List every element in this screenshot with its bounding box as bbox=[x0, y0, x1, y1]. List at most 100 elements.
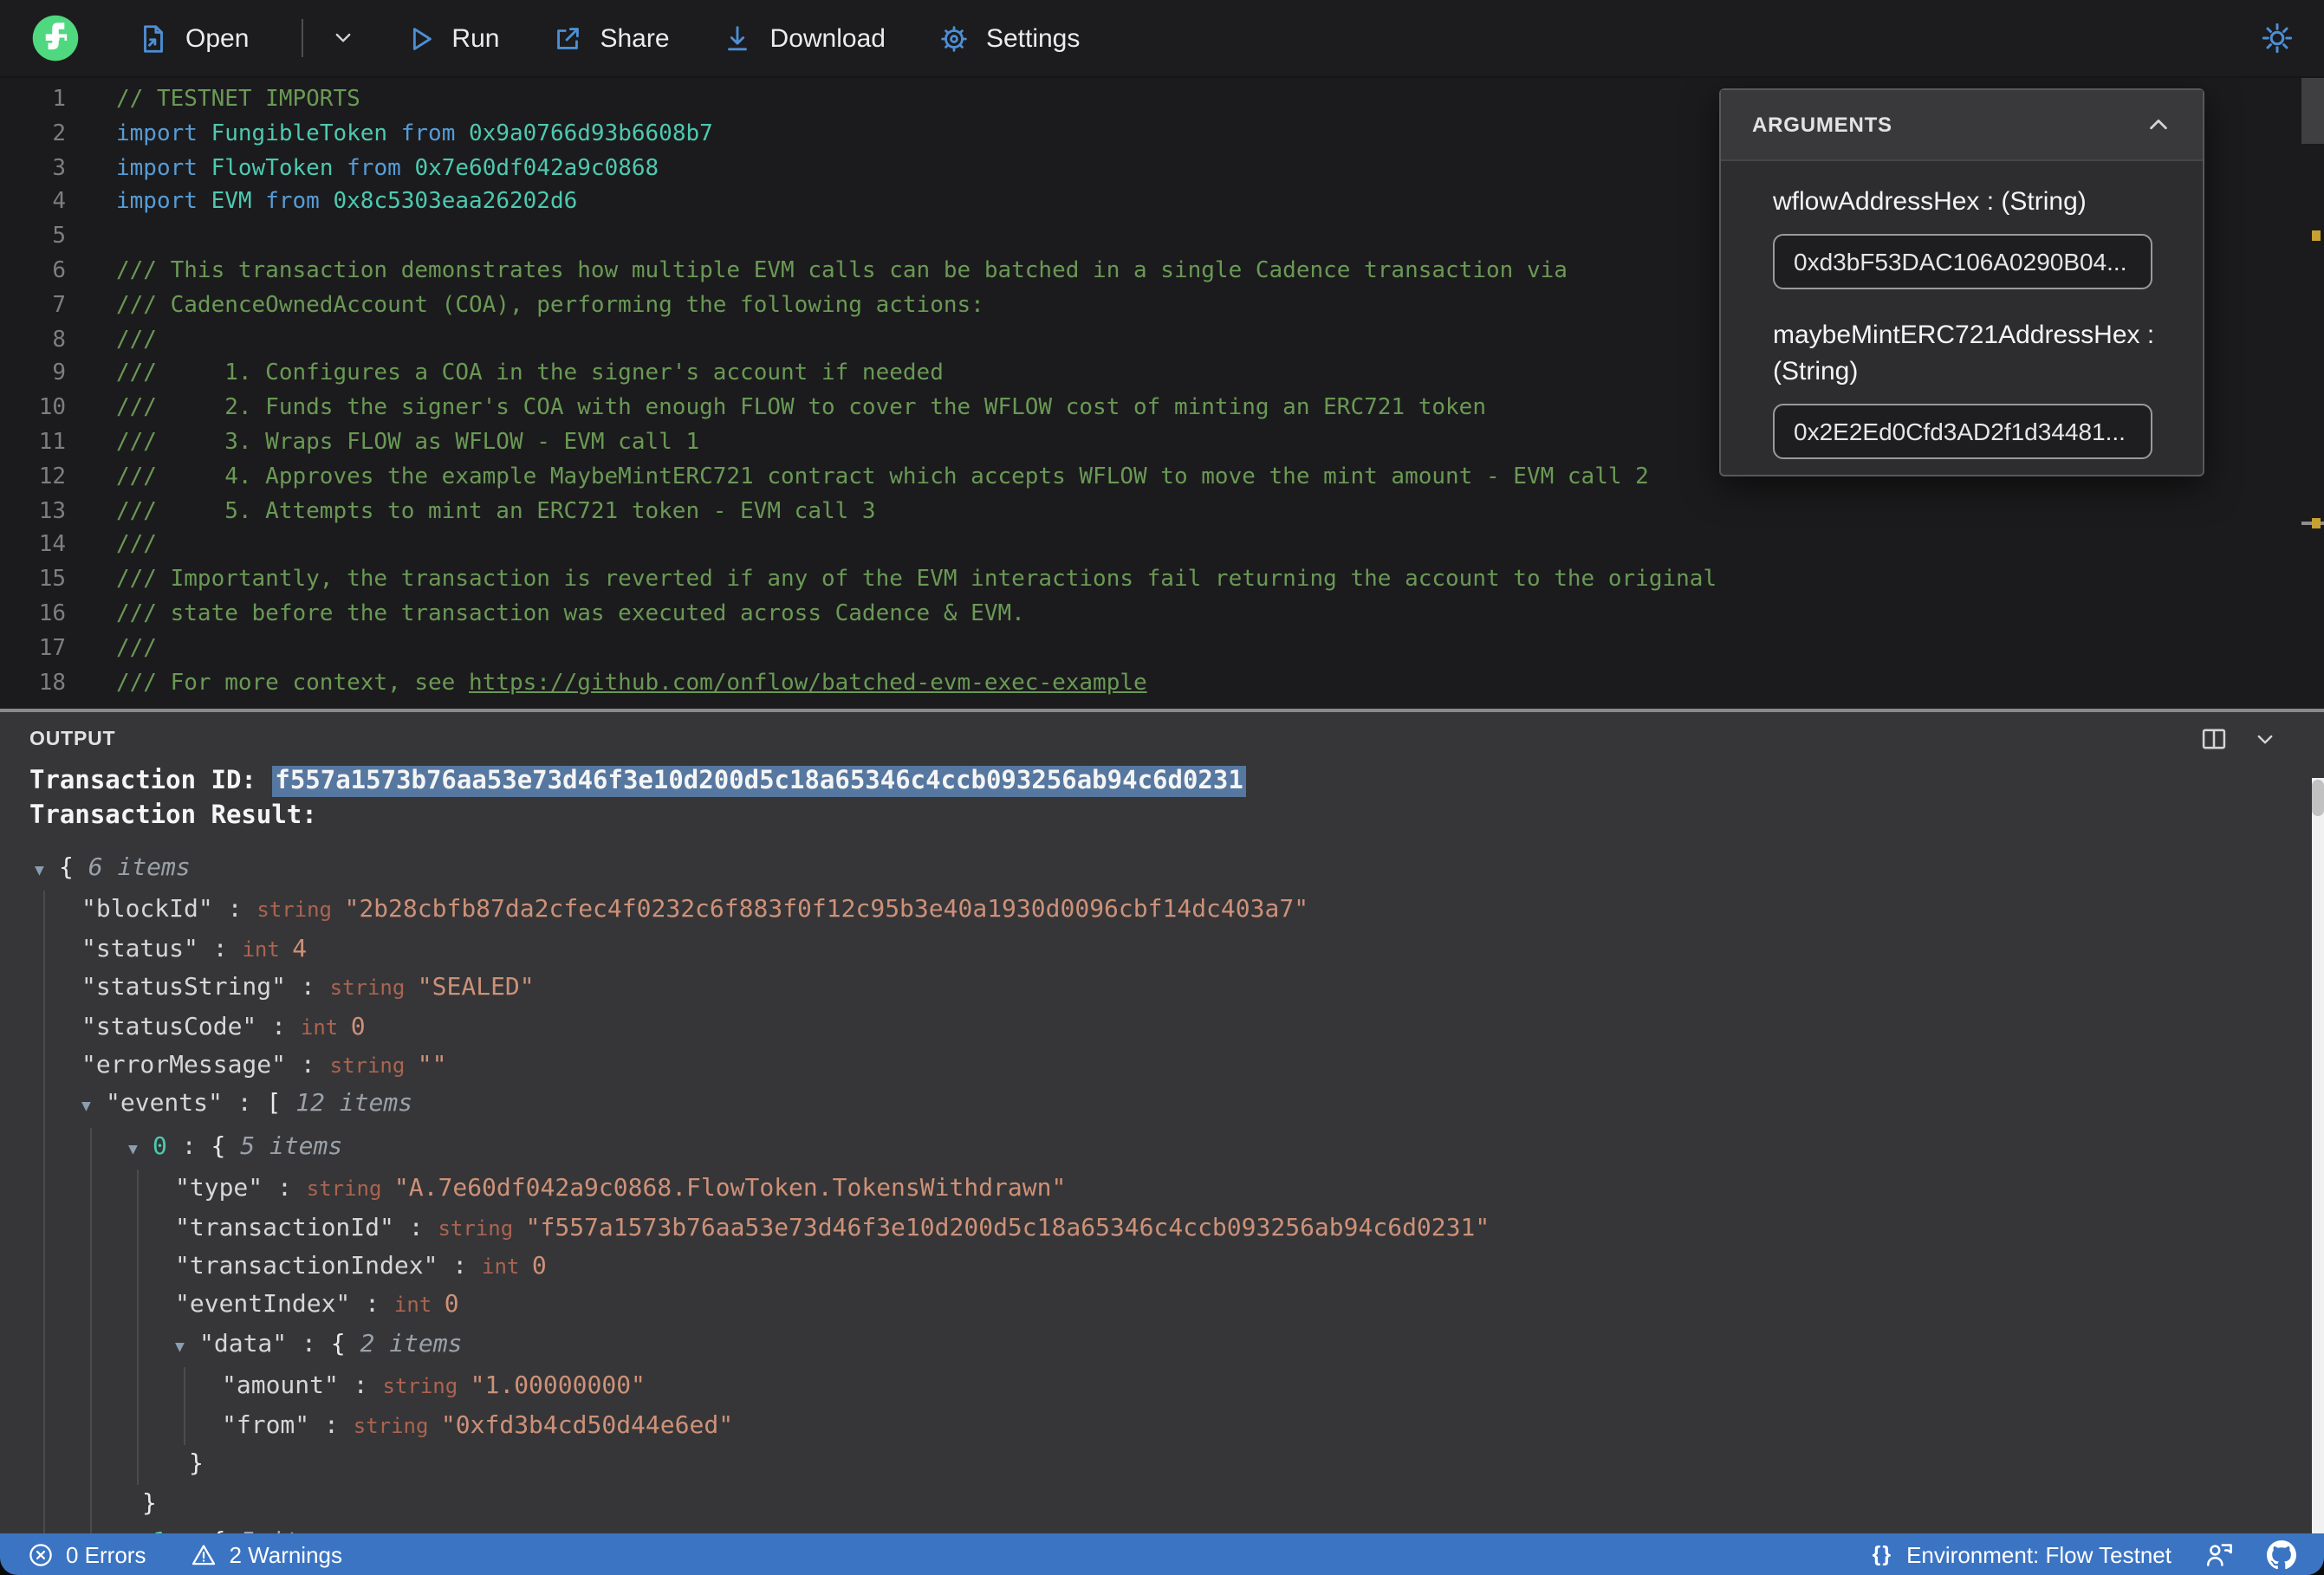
transaction-result-label: Transaction Result: bbox=[29, 801, 317, 829]
line-number: 6 bbox=[52, 257, 66, 284]
warning-marker bbox=[2312, 518, 2321, 528]
indent-guide bbox=[137, 1445, 139, 1484]
share-icon bbox=[557, 27, 580, 49]
tree-expand-arrow[interactable]: ▼ bbox=[35, 852, 59, 891]
json-tree-row: "errorMessage" : string "" bbox=[0, 1047, 2324, 1086]
theme-toggle-button[interactable] bbox=[2260, 21, 2295, 55]
open-file-icon bbox=[144, 24, 163, 52]
indent-guide bbox=[137, 1325, 139, 1368]
json-tree-row: "statusCode" : int 0 bbox=[0, 1008, 2324, 1047]
settings-button-label: Settings bbox=[985, 23, 1081, 53]
indent-guide bbox=[90, 1170, 92, 1209]
github-link[interactable] bbox=[2267, 1539, 2296, 1569]
indent-guide bbox=[90, 1286, 92, 1325]
code-editor[interactable]: 1// TESTNET IMPORTS 2 import FungibleToken… bbox=[0, 78, 2324, 709]
indent-guide bbox=[90, 1209, 92, 1248]
transaction-id-line: Transaction ID: f557a1573b76aa53e73d46f3… bbox=[0, 766, 2324, 800]
arguments-panel-header: ARGUMENTS bbox=[1721, 90, 2203, 161]
json-tree-row: "type" : string "A.7e60df042a9c0868.Flow… bbox=[0, 1170, 2324, 1209]
output-scrollbar-track[interactable] bbox=[2312, 778, 2324, 1533]
line-number: 9 bbox=[52, 360, 66, 387]
tree-expand-arrow[interactable]: ▼ bbox=[175, 1329, 199, 1368]
code-link[interactable]: https://github.com/onflow/batched-evm-ex… bbox=[469, 670, 1147, 696]
tree-expand-arrow[interactable]: ▼ bbox=[81, 1089, 106, 1128]
indent-guide bbox=[43, 1406, 45, 1446]
indent-guide bbox=[43, 1325, 45, 1368]
output-header: OUTPUT bbox=[0, 712, 2324, 766]
line-number: 13 bbox=[38, 498, 66, 525]
line-number: 17 bbox=[38, 635, 66, 662]
environment-indicator[interactable]: {} Environment: Flow Testnet bbox=[1873, 1541, 2171, 1567]
feedback-button[interactable] bbox=[2204, 1539, 2234, 1569]
open-dropdown-button[interactable] bbox=[328, 24, 356, 52]
indent-guide bbox=[43, 1445, 45, 1484]
line-number: 14 bbox=[38, 532, 66, 559]
indent-guide bbox=[137, 1209, 139, 1248]
transaction-id-value: f557a1573b76aa53e73d46f3e10d200d5c18a653… bbox=[271, 766, 1247, 797]
collapse-output-button[interactable] bbox=[2251, 725, 2279, 753]
indent-guide bbox=[90, 1445, 92, 1484]
tree-expand-arrow[interactable]: ▼ bbox=[128, 1131, 153, 1170]
json-tree-row: "transactionId" : string "f557a1573b76aa… bbox=[0, 1209, 2324, 1248]
gear-icon bbox=[941, 25, 967, 51]
indent-guide bbox=[43, 1085, 45, 1128]
json-tree-row: "statusString" : string "SEALED" bbox=[0, 969, 2324, 1008]
output-title: OUTPUT bbox=[29, 729, 116, 749]
indent-guide bbox=[43, 1484, 45, 1523]
output-panel: OUTPUT Transaction ID: f557a1573b76aa53e… bbox=[0, 709, 2324, 1575]
indent-guide bbox=[90, 1248, 92, 1287]
code-line: 13/// 5. Attempts to mint an ERC721 toke… bbox=[0, 495, 2324, 529]
indent-guide bbox=[90, 1406, 92, 1446]
download-button[interactable]: Download bbox=[722, 22, 886, 55]
code-line: 16/// state before the transaction was e… bbox=[0, 598, 2324, 632]
json-tree-row: "amount" : string "1.00000000" bbox=[0, 1367, 2324, 1407]
line-number: 3 bbox=[52, 155, 66, 182]
indent-guide bbox=[43, 1008, 45, 1047]
json-tree-row: ▼{ 6 items bbox=[0, 849, 2324, 891]
output-scrollbar-thumb[interactable] bbox=[2312, 780, 2324, 816]
indent-guide bbox=[43, 930, 45, 969]
indent-guide bbox=[90, 1127, 92, 1170]
json-tree-row: ▼ "data" : { 2 items bbox=[0, 1325, 2324, 1368]
line-number: 1 bbox=[52, 87, 66, 113]
line-number: 8 bbox=[52, 327, 66, 353]
github-icon bbox=[2267, 1539, 2296, 1569]
line-number: 18 bbox=[38, 670, 66, 697]
line-number: 15 bbox=[38, 567, 66, 593]
share-button[interactable]: Share bbox=[551, 22, 670, 55]
json-tree-row: ▼ 0 : { 5 items bbox=[0, 1127, 2324, 1170]
arguments-collapse-button[interactable] bbox=[2145, 112, 2171, 138]
code-line: 18/// For more context, see https://gith… bbox=[0, 666, 2324, 701]
download-icon bbox=[728, 25, 748, 50]
indent-guide bbox=[43, 1248, 45, 1287]
open-button[interactable]: Open bbox=[137, 22, 249, 55]
error-circle-icon bbox=[29, 1543, 52, 1565]
editor-scrollbar-thumb[interactable] bbox=[2301, 78, 2324, 144]
indent-guide bbox=[184, 1367, 185, 1407]
indent-guide bbox=[43, 1047, 45, 1086]
toolbar: Open Run Share Download Settings bbox=[0, 0, 2324, 78]
indent-guide bbox=[43, 969, 45, 1008]
warnings-indicator[interactable]: 2 Warnings bbox=[191, 1541, 342, 1567]
run-button[interactable]: Run bbox=[403, 22, 499, 55]
split-panel-button[interactable] bbox=[2199, 724, 2229, 754]
argument-input-wflow[interactable] bbox=[1773, 234, 2152, 289]
json-tree-row: "eventIndex" : int 0 bbox=[0, 1286, 2324, 1325]
arguments-panel-title: ARGUMENTS bbox=[1752, 113, 1892, 137]
warnings-count-label: 2 Warnings bbox=[229, 1541, 343, 1567]
indent-guide bbox=[43, 1286, 45, 1325]
settings-button[interactable]: Settings bbox=[938, 22, 1080, 55]
code-line: 14/// bbox=[0, 529, 2324, 564]
indent-guide bbox=[90, 1325, 92, 1368]
json-tree-row: "transactionIndex" : int 0 bbox=[0, 1248, 2324, 1287]
code-line: 15/// Importantly, the transaction is re… bbox=[0, 563, 2324, 598]
status-bar: 0 Errors 2 Warnings {} Environment: Flow… bbox=[0, 1533, 2324, 1575]
arguments-panel-body: wflowAddressHex : (String) maybeMintERC7… bbox=[1721, 161, 2203, 459]
line-number: 4 bbox=[52, 189, 66, 216]
sun-icon bbox=[2262, 23, 2293, 54]
errors-indicator[interactable]: 0 Errors bbox=[28, 1541, 146, 1567]
json-tree-row: } bbox=[0, 1484, 2324, 1523]
argument-input-maybemint[interactable] bbox=[1773, 404, 2152, 459]
indent-guide bbox=[43, 891, 45, 930]
indent-guide bbox=[43, 1209, 45, 1248]
